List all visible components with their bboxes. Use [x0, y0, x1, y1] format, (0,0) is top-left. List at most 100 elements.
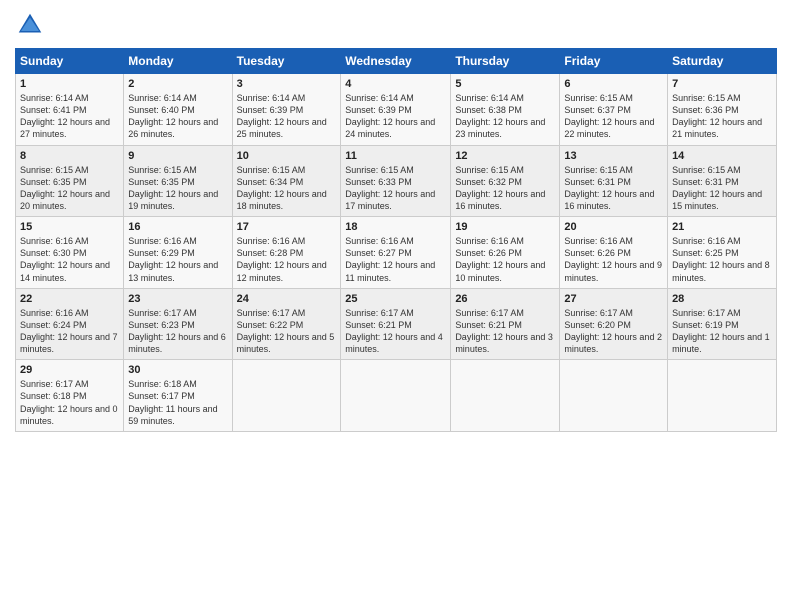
calendar-cell: 2 Sunrise: 6:14 AM Sunset: 6:40 PM Dayli…	[124, 74, 232, 146]
calendar-cell: 9 Sunrise: 6:15 AM Sunset: 6:35 PM Dayli…	[124, 145, 232, 217]
day-content: Sunrise: 6:16 AM Sunset: 6:29 PM Dayligh…	[128, 235, 227, 284]
day-number: 24	[237, 293, 337, 305]
calendar-cell: 30 Sunrise: 6:18 AM Sunset: 6:17 PM Dayl…	[124, 360, 232, 432]
logo-icon	[15, 10, 45, 40]
weekday-friday: Friday	[560, 49, 668, 74]
day-number: 4	[345, 78, 446, 90]
calendar-cell: 14 Sunrise: 6:15 AM Sunset: 6:31 PM Dayl…	[668, 145, 777, 217]
day-number: 12	[455, 150, 555, 162]
day-content: Sunrise: 6:15 AM Sunset: 6:31 PM Dayligh…	[672, 164, 772, 213]
day-number: 18	[345, 221, 446, 233]
calendar-cell	[560, 360, 668, 432]
logo	[15, 10, 49, 40]
weekday-sunday: Sunday	[16, 49, 124, 74]
day-number: 23	[128, 293, 227, 305]
day-number: 1	[20, 78, 119, 90]
day-number: 19	[455, 221, 555, 233]
day-number: 17	[237, 221, 337, 233]
day-number: 21	[672, 221, 772, 233]
day-number: 14	[672, 150, 772, 162]
weekday-tuesday: Tuesday	[232, 49, 341, 74]
day-number: 28	[672, 293, 772, 305]
day-number: 20	[564, 221, 663, 233]
week-row-4: 22 Sunrise: 6:16 AM Sunset: 6:24 PM Dayl…	[16, 288, 777, 360]
day-content: Sunrise: 6:14 AM Sunset: 6:40 PM Dayligh…	[128, 92, 227, 141]
day-content: Sunrise: 6:17 AM Sunset: 6:22 PM Dayligh…	[237, 307, 337, 356]
weekday-thursday: Thursday	[451, 49, 560, 74]
calendar-cell: 4 Sunrise: 6:14 AM Sunset: 6:39 PM Dayli…	[341, 74, 451, 146]
day-content: Sunrise: 6:17 AM Sunset: 6:21 PM Dayligh…	[455, 307, 555, 356]
day-content: Sunrise: 6:18 AM Sunset: 6:17 PM Dayligh…	[128, 378, 227, 427]
week-row-2: 8 Sunrise: 6:15 AM Sunset: 6:35 PM Dayli…	[16, 145, 777, 217]
calendar-cell: 11 Sunrise: 6:15 AM Sunset: 6:33 PM Dayl…	[341, 145, 451, 217]
week-row-3: 15 Sunrise: 6:16 AM Sunset: 6:30 PM Dayl…	[16, 217, 777, 289]
calendar-cell: 28 Sunrise: 6:17 AM Sunset: 6:19 PM Dayl…	[668, 288, 777, 360]
day-content: Sunrise: 6:16 AM Sunset: 6:26 PM Dayligh…	[564, 235, 663, 284]
day-number: 27	[564, 293, 663, 305]
day-content: Sunrise: 6:16 AM Sunset: 6:30 PM Dayligh…	[20, 235, 119, 284]
day-content: Sunrise: 6:16 AM Sunset: 6:27 PM Dayligh…	[345, 235, 446, 284]
calendar-cell: 5 Sunrise: 6:14 AM Sunset: 6:38 PM Dayli…	[451, 74, 560, 146]
weekday-monday: Monday	[124, 49, 232, 74]
calendar-cell	[668, 360, 777, 432]
day-content: Sunrise: 6:14 AM Sunset: 6:38 PM Dayligh…	[455, 92, 555, 141]
day-number: 11	[345, 150, 446, 162]
calendar-table: SundayMondayTuesdayWednesdayThursdayFrid…	[15, 48, 777, 432]
day-content: Sunrise: 6:16 AM Sunset: 6:28 PM Dayligh…	[237, 235, 337, 284]
day-content: Sunrise: 6:16 AM Sunset: 6:24 PM Dayligh…	[20, 307, 119, 356]
weekday-header-row: SundayMondayTuesdayWednesdayThursdayFrid…	[16, 49, 777, 74]
day-content: Sunrise: 6:15 AM Sunset: 6:35 PM Dayligh…	[128, 164, 227, 213]
calendar-cell: 3 Sunrise: 6:14 AM Sunset: 6:39 PM Dayli…	[232, 74, 341, 146]
day-number: 16	[128, 221, 227, 233]
day-content: Sunrise: 6:16 AM Sunset: 6:26 PM Dayligh…	[455, 235, 555, 284]
page: SundayMondayTuesdayWednesdayThursdayFrid…	[0, 0, 792, 612]
calendar-cell: 13 Sunrise: 6:15 AM Sunset: 6:31 PM Dayl…	[560, 145, 668, 217]
calendar-cell: 29 Sunrise: 6:17 AM Sunset: 6:18 PM Dayl…	[16, 360, 124, 432]
calendar-cell	[232, 360, 341, 432]
day-number: 26	[455, 293, 555, 305]
day-content: Sunrise: 6:17 AM Sunset: 6:21 PM Dayligh…	[345, 307, 446, 356]
calendar-cell: 7 Sunrise: 6:15 AM Sunset: 6:36 PM Dayli…	[668, 74, 777, 146]
day-content: Sunrise: 6:15 AM Sunset: 6:35 PM Dayligh…	[20, 164, 119, 213]
day-content: Sunrise: 6:15 AM Sunset: 6:36 PM Dayligh…	[672, 92, 772, 141]
calendar-cell: 12 Sunrise: 6:15 AM Sunset: 6:32 PM Dayl…	[451, 145, 560, 217]
week-row-5: 29 Sunrise: 6:17 AM Sunset: 6:18 PM Dayl…	[16, 360, 777, 432]
calendar-cell: 19 Sunrise: 6:16 AM Sunset: 6:26 PM Dayl…	[451, 217, 560, 289]
day-content: Sunrise: 6:15 AM Sunset: 6:31 PM Dayligh…	[564, 164, 663, 213]
day-number: 2	[128, 78, 227, 90]
day-number: 25	[345, 293, 446, 305]
day-content: Sunrise: 6:15 AM Sunset: 6:32 PM Dayligh…	[455, 164, 555, 213]
day-number: 30	[128, 364, 227, 376]
day-number: 6	[564, 78, 663, 90]
day-number: 8	[20, 150, 119, 162]
day-number: 15	[20, 221, 119, 233]
day-number: 13	[564, 150, 663, 162]
day-content: Sunrise: 6:17 AM Sunset: 6:19 PM Dayligh…	[672, 307, 772, 356]
day-number: 9	[128, 150, 227, 162]
day-number: 5	[455, 78, 555, 90]
day-content: Sunrise: 6:14 AM Sunset: 6:39 PM Dayligh…	[345, 92, 446, 141]
calendar-cell: 17 Sunrise: 6:16 AM Sunset: 6:28 PM Dayl…	[232, 217, 341, 289]
day-number: 3	[237, 78, 337, 90]
calendar-cell: 1 Sunrise: 6:14 AM Sunset: 6:41 PM Dayli…	[16, 74, 124, 146]
day-content: Sunrise: 6:14 AM Sunset: 6:39 PM Dayligh…	[237, 92, 337, 141]
calendar-cell: 16 Sunrise: 6:16 AM Sunset: 6:29 PM Dayl…	[124, 217, 232, 289]
calendar-cell: 23 Sunrise: 6:17 AM Sunset: 6:23 PM Dayl…	[124, 288, 232, 360]
calendar-cell: 22 Sunrise: 6:16 AM Sunset: 6:24 PM Dayl…	[16, 288, 124, 360]
day-number: 22	[20, 293, 119, 305]
calendar-cell: 24 Sunrise: 6:17 AM Sunset: 6:22 PM Dayl…	[232, 288, 341, 360]
day-content: Sunrise: 6:15 AM Sunset: 6:37 PM Dayligh…	[564, 92, 663, 141]
calendar-cell: 18 Sunrise: 6:16 AM Sunset: 6:27 PM Dayl…	[341, 217, 451, 289]
calendar-cell: 15 Sunrise: 6:16 AM Sunset: 6:30 PM Dayl…	[16, 217, 124, 289]
day-content: Sunrise: 6:17 AM Sunset: 6:23 PM Dayligh…	[128, 307, 227, 356]
calendar-cell	[451, 360, 560, 432]
day-content: Sunrise: 6:17 AM Sunset: 6:20 PM Dayligh…	[564, 307, 663, 356]
day-number: 10	[237, 150, 337, 162]
calendar-cell: 10 Sunrise: 6:15 AM Sunset: 6:34 PM Dayl…	[232, 145, 341, 217]
day-number: 7	[672, 78, 772, 90]
calendar-cell: 6 Sunrise: 6:15 AM Sunset: 6:37 PM Dayli…	[560, 74, 668, 146]
calendar-cell: 8 Sunrise: 6:15 AM Sunset: 6:35 PM Dayli…	[16, 145, 124, 217]
day-content: Sunrise: 6:14 AM Sunset: 6:41 PM Dayligh…	[20, 92, 119, 141]
day-content: Sunrise: 6:17 AM Sunset: 6:18 PM Dayligh…	[20, 378, 119, 427]
header	[15, 10, 777, 40]
